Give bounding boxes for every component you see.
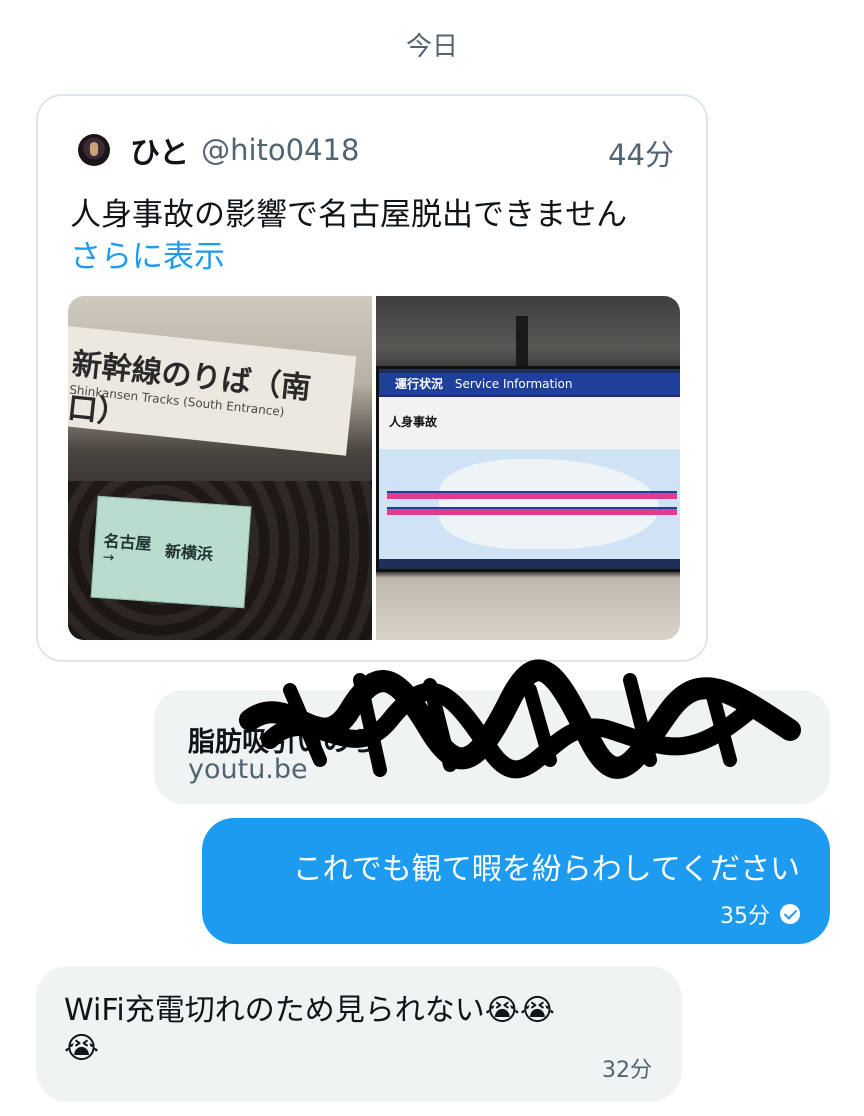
screen-status: 人身事故 [389, 415, 438, 429]
sent-message-bubble[interactable]: これでも観て暇を紛らわしてください 35分 [202, 818, 830, 944]
ceiling-pole [516, 316, 528, 366]
service-info-screen: 運行状況 Service Information 人身事故 [376, 366, 680, 572]
author-handle[interactable]: @hito0418 [201, 133, 359, 167]
sent-message-text: これでも観て暇を紛らわしてください [292, 852, 800, 887]
tweet-text: 人身事故の影響で名古屋脱出できません [70, 197, 628, 233]
crying-face-icon: 😭 [519, 993, 555, 1028]
route-map [379, 449, 680, 559]
photo-departure-board[interactable]: 運行状況 Service Information 人身事故 [376, 296, 680, 640]
screen-title-en: Service Information [454, 377, 573, 391]
avatar[interactable] [78, 134, 110, 166]
screen-header: 運行状況 Service Information [379, 373, 680, 395]
screen-info-panel: 人身事故 [379, 397, 680, 449]
tweet-timestamp: 44分 [608, 138, 674, 172]
received-message-text-block: WiFi充電切れのため見られない😭😭 😭 [64, 992, 664, 1068]
crying-face-icon: 😭 [64, 1031, 100, 1066]
received-message-bubble[interactable]: WiFi充電切れのため見られない😭😭 😭 32分 [36, 966, 682, 1102]
sent-message-time: 35分 [720, 904, 770, 929]
redaction-scribble [239, 659, 801, 779]
route-line [387, 507, 677, 515]
train-ticket: 名古屋 → 新横浜 [90, 495, 252, 609]
crying-face-icon: 😭 [484, 993, 520, 1028]
tweet-header: ひと @hito0418 [78, 128, 359, 172]
tweet-media: 新幹線のりば（南口） Shinkansen Tracks (South Entr… [68, 296, 680, 640]
author-name[interactable]: ひと [130, 128, 189, 172]
quoted-tweet-card[interactable]: ひと @hito0418 44分 人身事故の影響で名古屋脱出できません さらに表… [36, 94, 708, 662]
date-separator: 今日 [405, 32, 458, 62]
received-message-text: WiFi充電切れのため見られない [64, 993, 485, 1028]
route-line [387, 491, 677, 499]
received-message-time: 32分 [602, 1058, 652, 1083]
arrow-right-icon: → [101, 549, 115, 567]
map-land [439, 459, 659, 549]
screen-title: 運行状況 [395, 377, 444, 391]
photo-station-platform[interactable]: 新幹線のりば（南口） Shinkansen Tracks (South Entr… [68, 296, 372, 640]
read-check-icon [780, 904, 800, 924]
station-sign: 新幹線のりば（南口） Shinkansen Tracks (South Entr… [68, 326, 357, 456]
sent-message-meta: 35分 [720, 898, 800, 930]
show-more-link[interactable]: さらに表示 [70, 236, 225, 278]
ticket-to: 新横浜 [164, 541, 214, 564]
